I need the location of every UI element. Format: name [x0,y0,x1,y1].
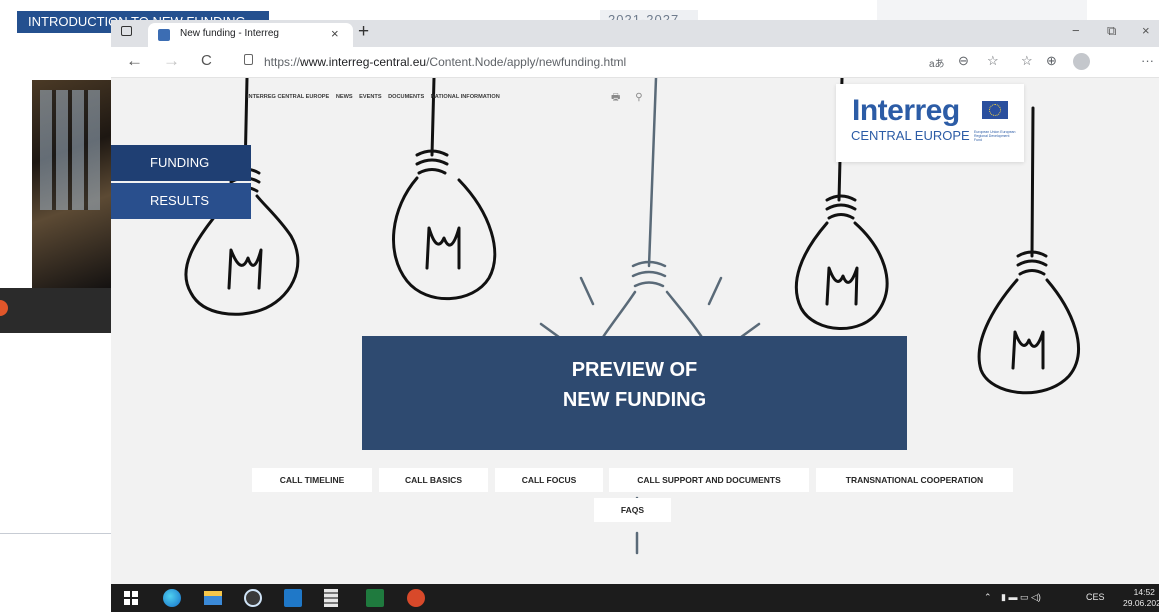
web-page: INTERREG CENTRAL EUROPE NEWS EVENTS DOCU… [111,78,1159,584]
collections-icon[interactable]: ⊕ [1046,53,1057,69]
faqs-button[interactable]: FAQS [594,498,671,522]
browser-tab[interactable]: New funding - Interreg × [148,23,353,47]
browser-titlebar: New funding - Interreg × + − ⧉ × [111,20,1159,47]
close-icon[interactable]: × [1142,23,1150,38]
search-icon[interactable]: ⚲ [635,92,642,103]
background-divider [0,533,111,534]
logo-fund-text: European Union European Regional Develop… [974,130,1016,142]
background-year-label: 2021-2027 [608,12,680,20]
zoom-icon[interactable]: ⊖ [958,53,969,69]
edge-icon[interactable] [163,589,181,607]
bulb-5-filament [1011,330,1045,370]
more-icon[interactable]: ··· [1141,53,1154,68]
bulb-2-cord [430,78,436,157]
interreg-favicon-icon [158,29,170,41]
nav-item-interreg[interactable]: INTERREG CENTRAL EUROPE [247,94,329,100]
url-field[interactable]: https://www.interreg-central.eu/Content.… [264,55,626,69]
transnational-cooperation-button[interactable]: TRANSNATIONAL COOPERATION [816,468,1013,492]
background-year-tab: 2021-2027 [600,10,698,20]
refresh-icon[interactable]: C [201,52,212,69]
hero-title: PREVIEW OF NEW FUNDING [362,355,907,415]
calculator-icon[interactable] [324,589,338,607]
background-video-bar [0,288,111,333]
back-icon[interactable]: ← [126,51,143,71]
url-prefix: https:// [264,55,301,69]
call-timeline-button[interactable]: CALL TIMELINE [252,468,372,492]
profile-icon[interactable] [1073,53,1090,70]
browser-window: New funding - Interreg × + − ⧉ × ← → C h… [111,20,1159,584]
top-navigation: INTERREG CENTRAL EUROPE NEWS EVENTS DOCU… [247,94,505,100]
tab-close-icon[interactable]: × [331,26,339,41]
tray-time: 14:52 [1133,587,1155,597]
background-panel [877,0,1087,22]
nav-item-events[interactable]: EVENTS [359,94,381,100]
hero-title-line-2: NEW FUNDING [562,389,707,411]
tab-title: New funding - Interreg [180,28,279,39]
bulb-2-filament [425,226,461,270]
file-explorer-icon[interactable] [204,591,222,605]
taskbar: ⌃ ▮ ▬ ▭ ◁) CES 14:52 29.06.2021 [111,584,1159,612]
nav-item-documents[interactable]: DOCUMENTS [388,94,424,100]
hero-banner: PREVIEW OF NEW FUNDING [362,336,907,450]
tray-clock[interactable]: 14:52 29.06.2021 [1123,587,1159,609]
eu-flag-icon [982,101,1008,119]
side-menu-funding[interactable]: FUNDING [111,145,251,181]
new-tab-button[interactable]: + [358,21,369,43]
bulb-5-glass [977,278,1080,395]
side-menu-results[interactable]: RESULTS [111,183,251,219]
call-support-documents-button[interactable]: CALL SUPPORT AND DOCUMENTS [609,468,809,492]
bulb-4-filament [825,266,859,306]
nav-item-news[interactable]: NEWS [336,94,353,100]
read-aloud-icon[interactable]: aあ [929,55,945,70]
bulb-5-cord [1030,106,1035,258]
url-path: /Content.Node/apply/newfunding.html [426,55,627,69]
minimize-icon[interactable]: − [1072,23,1080,38]
logo-title: Interreg [852,94,960,127]
tab-actions-icon[interactable] [121,26,132,36]
tray-system-icons[interactable]: ▮ ▬ ▭ ◁) [1001,592,1041,603]
favorites-icon[interactable]: ☆ [1021,53,1033,69]
restore-icon[interactable]: ⧉ [1107,23,1116,39]
tray-overflow-icon[interactable]: ⌃ [984,592,992,603]
interreg-logo[interactable]: Interreg CENTRAL EUROPE European Union E… [836,84,1024,162]
nav-tools: 🖶 ⚲ [611,90,655,107]
background-photo [32,80,112,290]
start-icon[interactable] [124,591,138,605]
favorite-add-icon[interactable]: ☆ [987,53,999,69]
call-basics-button[interactable]: CALL BASICS [379,468,488,492]
tray-language[interactable]: CES [1086,592,1105,602]
forward-icon[interactable]: → [163,51,180,71]
nav-item-national-information[interactable]: NATIONAL INFORMATION [431,94,500,100]
outlook-icon[interactable] [284,589,302,607]
address-bar: ← → C https://www.interreg-central.eu/Co… [111,47,1159,78]
onedrive-icon[interactable] [244,589,262,607]
tray-date: 29.06.2021 [1123,598,1159,608]
hero-title-line-1: PREVIEW OF [571,359,698,381]
bulb-4-socket [825,194,857,220]
bulb-1-filament [227,248,263,290]
print-icon[interactable]: 🖶 [611,92,620,103]
call-focus-button[interactable]: CALL FOCUS [495,468,603,492]
lock-icon[interactable] [244,54,253,65]
url-host: www.interreg-central.eu [300,55,427,69]
logo-subtitle: CENTRAL EUROPE [851,128,970,143]
excel-icon[interactable] [366,589,384,607]
powerpoint-icon[interactable] [407,589,425,607]
